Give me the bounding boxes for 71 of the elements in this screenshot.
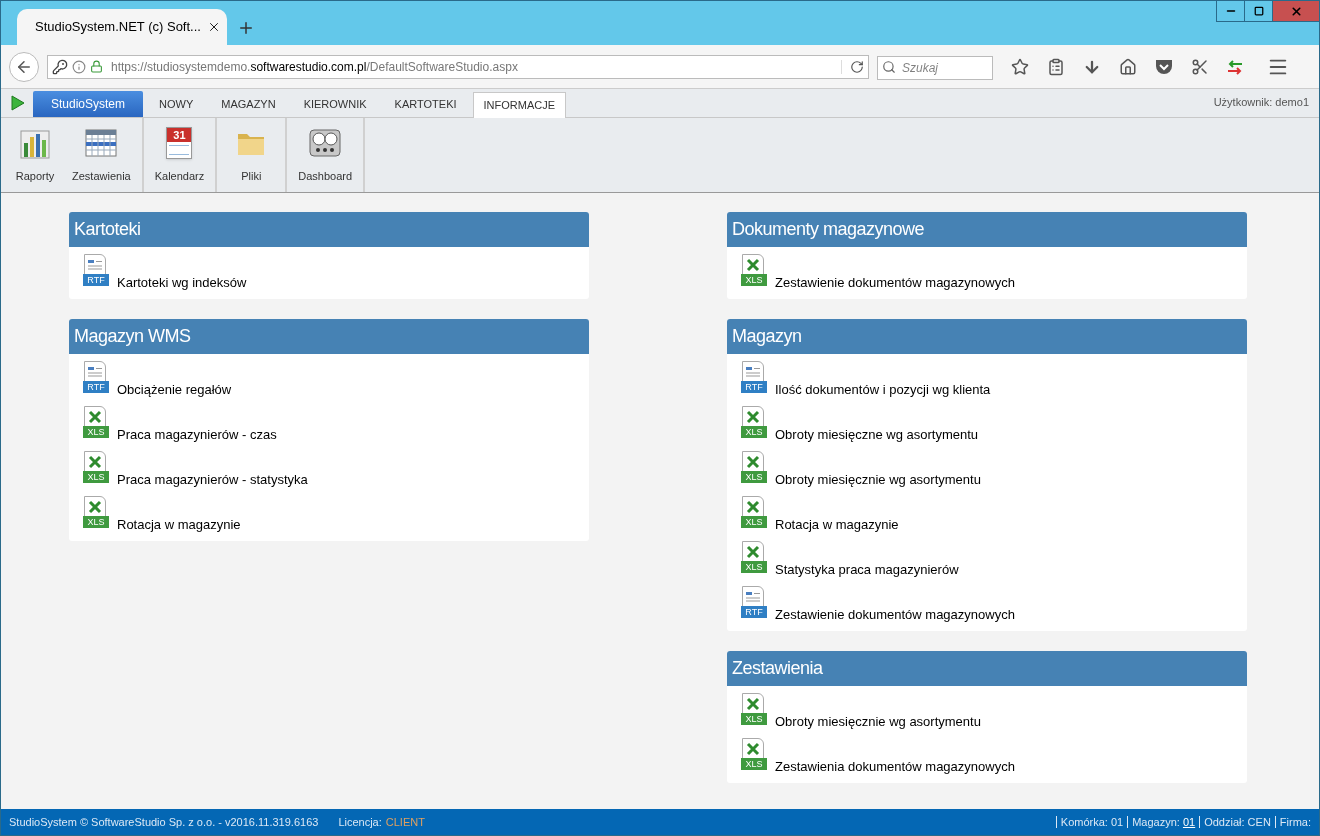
play-icon bbox=[11, 95, 25, 111]
ribbon-button[interactable]: Zestawienia bbox=[65, 118, 138, 192]
report-link[interactable]: Rotacja w magazynie bbox=[117, 515, 241, 535]
warehouse-link[interactable]: 01 bbox=[1182, 816, 1196, 828]
panel-header: Dokumenty magazynowe bbox=[727, 212, 1247, 247]
menu-tab[interactable]: MAGAZYN bbox=[209, 91, 288, 117]
back-button[interactable] bbox=[9, 51, 39, 82]
bar-chart-icon bbox=[20, 127, 50, 159]
sync-arrows-icon bbox=[1227, 58, 1243, 75]
tab-title: StudioSystem.NET (c) Soft... bbox=[35, 18, 201, 37]
copyright-text: StudioSystem © SoftwareStudio Sp. z o.o. - v2016.11.319.6163 bbox=[9, 814, 319, 830]
plus-icon bbox=[237, 19, 255, 37]
user-label: Użytkownik: demo1 bbox=[1213, 94, 1309, 110]
list-icon bbox=[1047, 57, 1065, 76]
menu-tab[interactable]: KARTOTEKI bbox=[382, 91, 469, 117]
report-link[interactable]: Kartoteki wg indeksów bbox=[117, 273, 247, 293]
menu-tab[interactable]: INFORMACJE bbox=[472, 92, 567, 118]
status-field: Magazyn: 01 bbox=[1127, 816, 1196, 828]
report-link[interactable]: Zestawienie dokumentów magazynowych bbox=[775, 273, 1015, 293]
menu-tab[interactable]: KIEROWNIK bbox=[291, 91, 379, 117]
panel-header: Magazyn WMS bbox=[69, 319, 589, 354]
lock-icon bbox=[90, 60, 103, 73]
reading-list-button[interactable] bbox=[1047, 57, 1065, 76]
menu-tab[interactable]: NOWY bbox=[147, 91, 206, 117]
search-icon bbox=[882, 59, 896, 74]
ribbon-button[interactable]: 31 Kalendarz bbox=[147, 118, 212, 192]
report-link[interactable]: Statystyka praca magazynierów bbox=[775, 560, 959, 580]
reload-button[interactable] bbox=[841, 59, 864, 74]
pocket-button[interactable] bbox=[1155, 58, 1173, 75]
close-icon bbox=[1289, 4, 1303, 18]
panel-header: Zestawienia bbox=[727, 651, 1247, 686]
star-icon bbox=[1011, 57, 1029, 76]
license-value: CLIENT bbox=[385, 814, 425, 830]
table-icon bbox=[85, 129, 118, 157]
sync-arrows-button[interactable] bbox=[1227, 58, 1243, 75]
report-link[interactable]: Praca magazynierów - czas bbox=[117, 425, 277, 445]
home-icon bbox=[1119, 57, 1137, 76]
ribbon-button[interactable]: Dashboard bbox=[291, 118, 360, 192]
report-link[interactable]: Zestawienia dokumentów magazynowych bbox=[775, 757, 1015, 777]
maximize-icon bbox=[1253, 6, 1264, 16]
new-tab-button[interactable] bbox=[237, 19, 255, 37]
address-field[interactable]: https://studiosystemdemo.softwarestudio.com.pl/DefaultSoftwareStudio.aspx bbox=[47, 54, 869, 79]
license-label: Licencja: bbox=[338, 814, 382, 830]
calendar-icon: 31 bbox=[166, 127, 193, 159]
report-link[interactable]: Obroty miesięcznie wg asortymentu bbox=[775, 470, 981, 490]
panel-header: Magazyn bbox=[727, 319, 1247, 354]
ribbon-button[interactable]: Pliki bbox=[221, 118, 282, 192]
url-text: https://studiosystemdemo.softwarestudio.com.pl/DefaultSoftwareStudio.aspx bbox=[111, 58, 518, 76]
pocket-icon bbox=[1155, 58, 1173, 75]
scissors-button[interactable] bbox=[1191, 57, 1209, 76]
scissors-icon bbox=[1191, 57, 1209, 76]
report-link[interactable]: Praca magazynierów - statystyka bbox=[117, 470, 308, 490]
bookmark-star-button[interactable] bbox=[1011, 57, 1029, 76]
report-link[interactable]: Zestawienie dokumentów magazynowych bbox=[775, 605, 1015, 625]
report-link[interactable]: Obroty miesięcznie wg asortymentu bbox=[775, 712, 981, 732]
report-link[interactable]: Obroty miesięczne wg asortymentu bbox=[775, 425, 979, 445]
search-field[interactable]: Szukaj bbox=[877, 55, 993, 80]
brand-button[interactable]: StudioSystem bbox=[33, 91, 143, 117]
home-button[interactable] bbox=[1119, 57, 1137, 76]
info-icon bbox=[72, 59, 86, 74]
ribbon-button[interactable]: Raporty bbox=[5, 118, 65, 192]
key-icon bbox=[52, 58, 68, 75]
report-link[interactable]: Obciążenie regałów bbox=[117, 380, 232, 400]
report-link[interactable]: Ilość dokumentów i pozycji wg klienta bbox=[775, 380, 991, 400]
status-field: Oddział: CEN bbox=[1199, 816, 1271, 828]
status-field: Komórka: 01 bbox=[1055, 816, 1124, 828]
panel-header: Kartoteki bbox=[69, 212, 589, 247]
reload-icon bbox=[850, 59, 864, 74]
report-link[interactable]: Rotacja w magazynie bbox=[775, 515, 899, 535]
gauges-icon bbox=[309, 129, 342, 157]
status-field: Firma: bbox=[1274, 816, 1311, 828]
